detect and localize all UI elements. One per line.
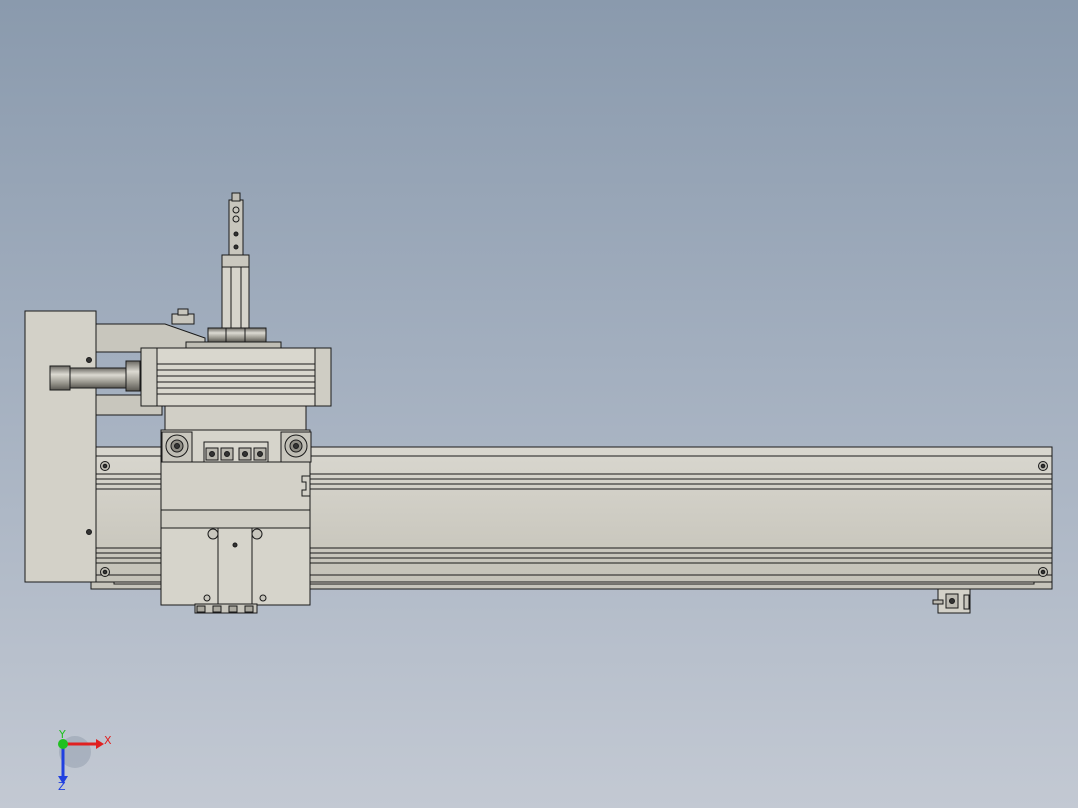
- left-end-plate: [24, 310, 97, 583]
- x-axis-arrowhead: [96, 739, 104, 749]
- vertical-guide: [221, 192, 250, 329]
- x-axis-label: X: [104, 734, 112, 747]
- cad-model-drawing[interactable]: X Y Z: [0, 0, 1078, 808]
- bearing-right: [280, 431, 312, 463]
- coordinate-triad: X Y Z: [58, 728, 112, 793]
- rotary-cylinder: [140, 347, 332, 407]
- cad-viewport[interactable]: X Y Z: [0, 0, 1078, 808]
- z-axis-label: Z: [58, 780, 66, 793]
- bearing-left: [161, 431, 193, 463]
- clamp-plate: [203, 441, 269, 463]
- y-axis-label: Y: [58, 728, 66, 741]
- limit-sensor-bracket: [932, 588, 971, 614]
